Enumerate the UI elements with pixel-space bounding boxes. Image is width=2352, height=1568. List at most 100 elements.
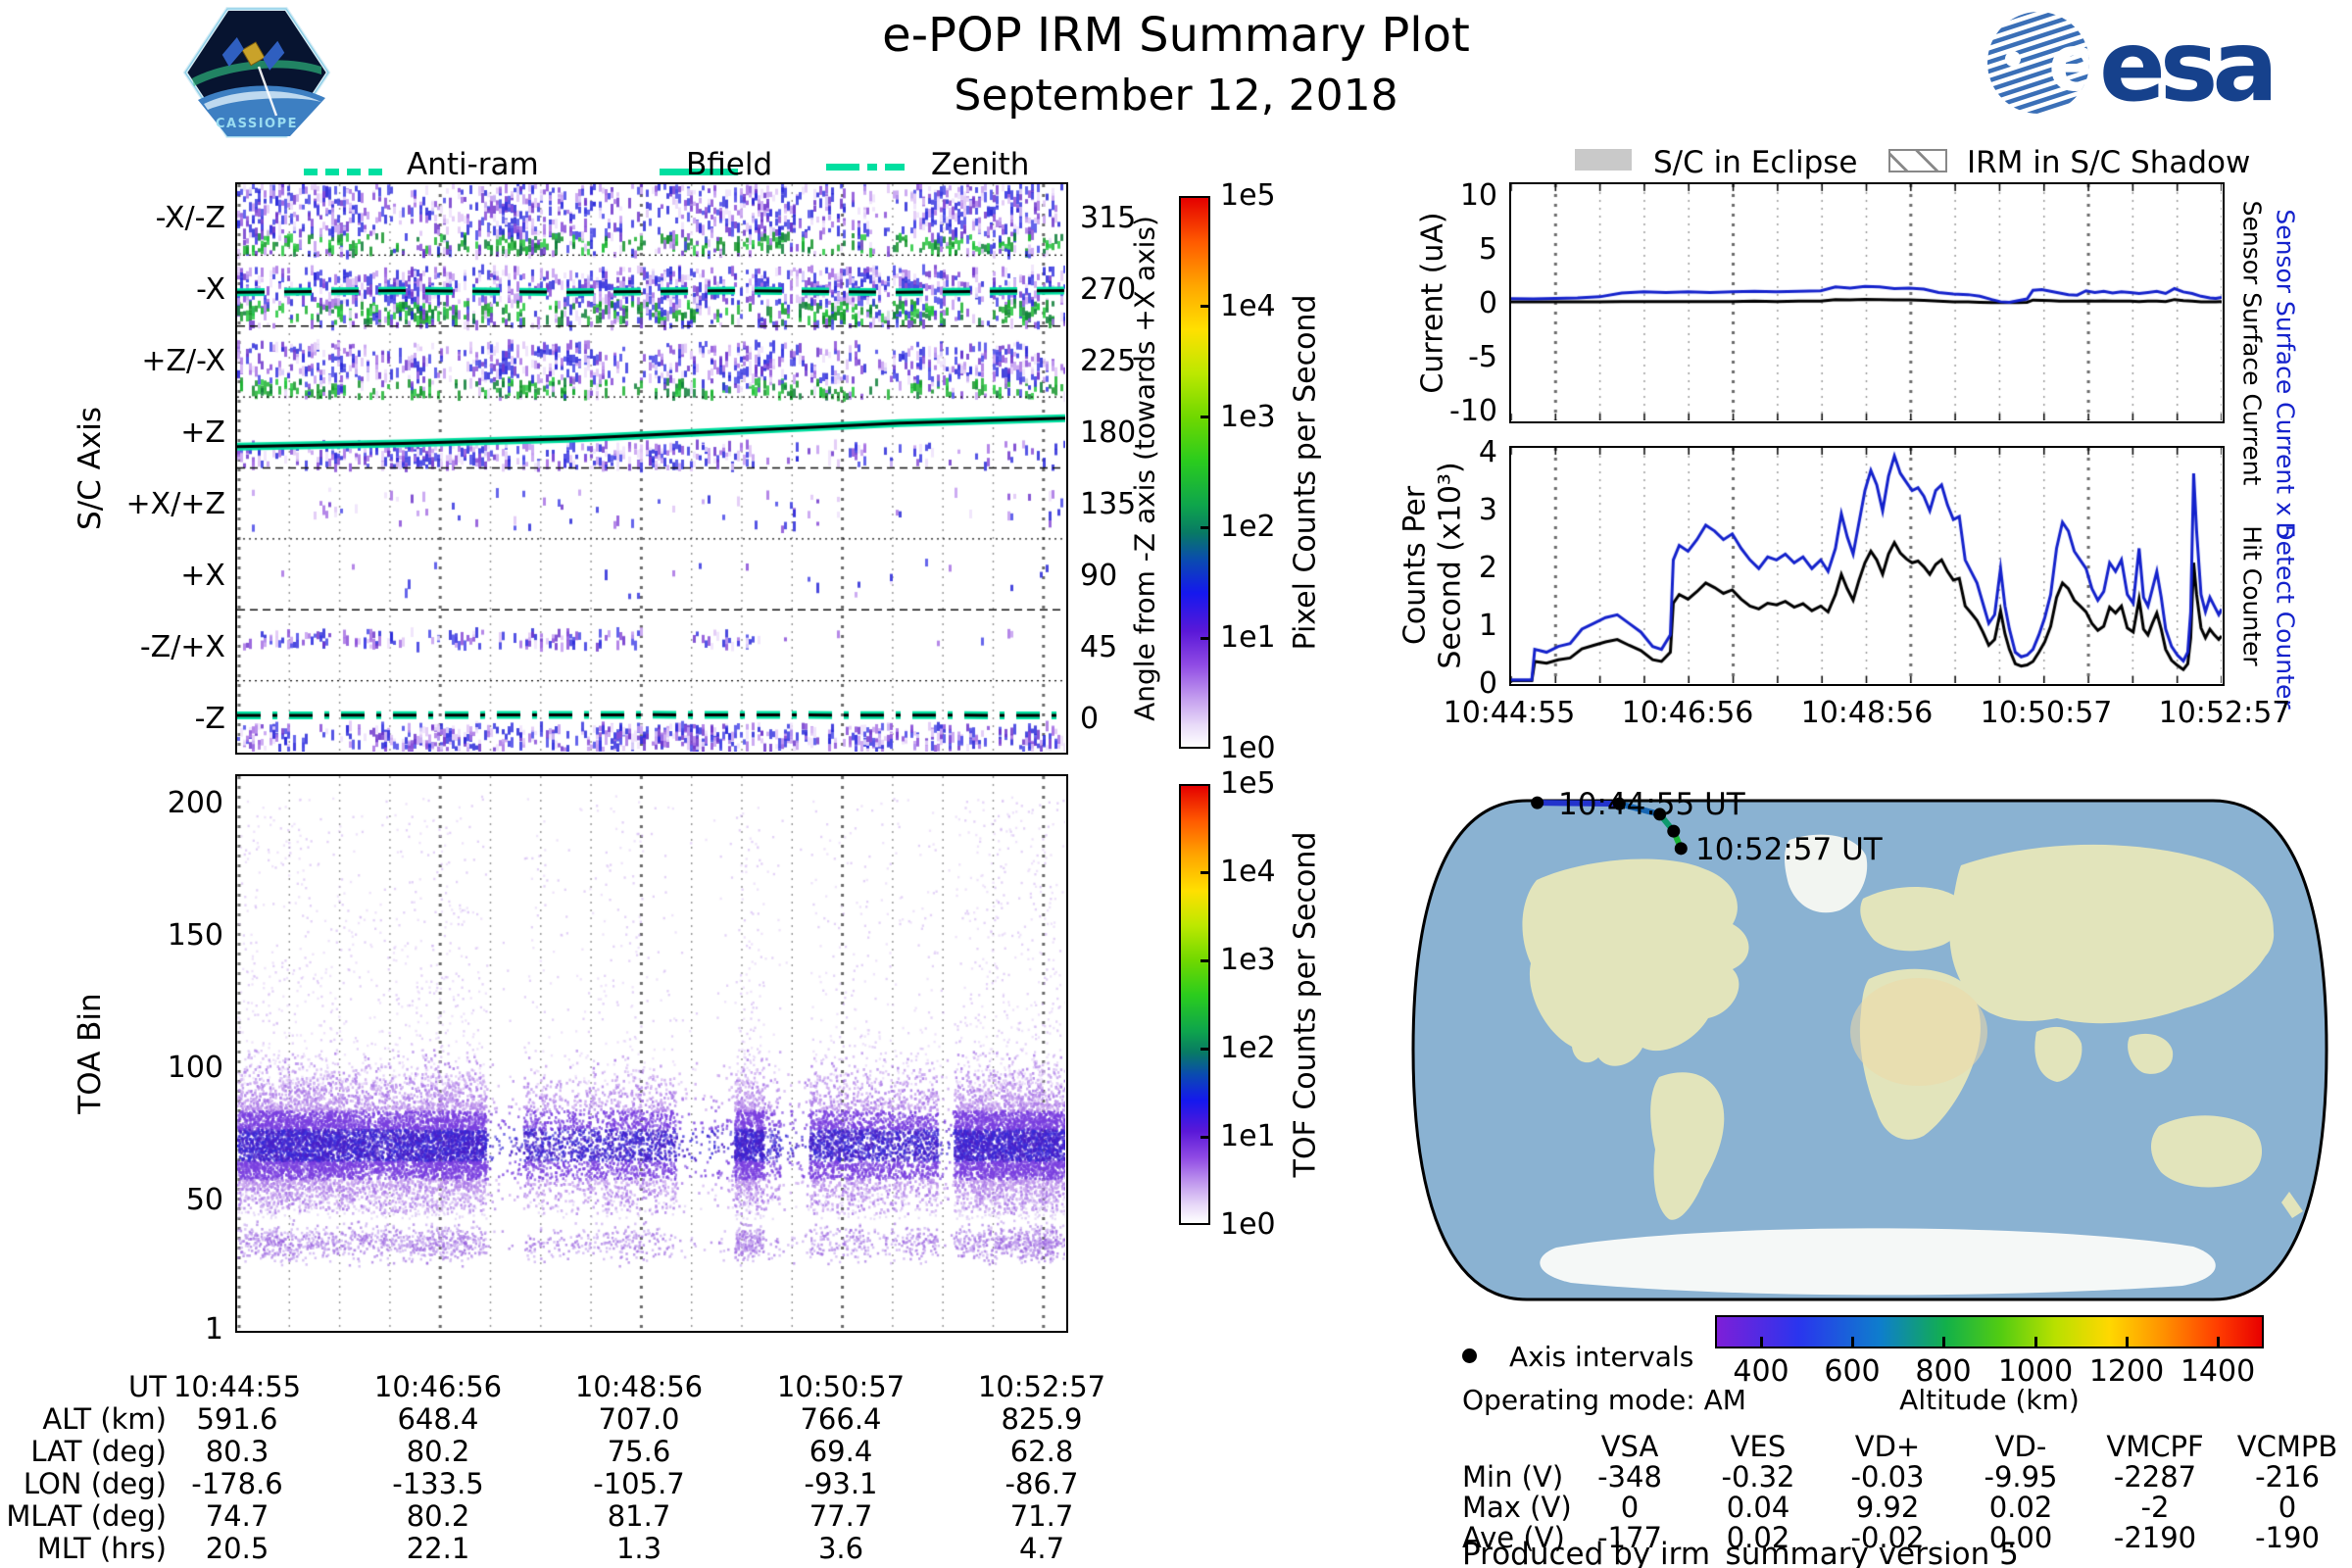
tick-label: 1: [1478, 609, 1497, 643]
page-subtitle: September 12, 2018: [954, 71, 1398, 121]
tick-label: 0.04: [1726, 1491, 1790, 1524]
tick-label: 10:50:57: [1980, 696, 2113, 730]
tick-label: VES: [1730, 1430, 1787, 1463]
tick-label: 10:46:56: [373, 1370, 503, 1403]
tick-label: -105.7: [593, 1467, 685, 1500]
tick-label: -190: [2255, 1521, 2320, 1554]
tick-label: VCMPB: [2236, 1430, 2338, 1463]
tick-label: [1200, 416, 1210, 419]
page-title: e-POP IRM Summary Plot: [882, 8, 1470, 63]
tick-label: -Z/+X: [139, 629, 225, 664]
cassiope-mission-patch: CASSIOPE: [182, 7, 331, 138]
tick-label: VMCPF: [2106, 1430, 2204, 1463]
tick-label: +Z: [180, 415, 225, 450]
tick-label: 1: [204, 1312, 223, 1347]
current-ylabel: Current (uA): [1415, 212, 1450, 394]
tick-label: +Z/-X: [141, 343, 225, 378]
tick-label: 10:52:57: [2158, 696, 2291, 730]
tick-label: -133.5: [392, 1467, 484, 1500]
axis-interval-dot-icon: [1462, 1348, 1477, 1363]
tick-label: 80.3: [205, 1435, 270, 1468]
tick-label: 1e2: [1220, 1031, 1276, 1065]
tick-label: 3: [1478, 493, 1497, 527]
counts-panel: [1509, 446, 2225, 686]
tick-label: 69.4: [808, 1435, 873, 1468]
current-chart-canvas: [1511, 184, 2222, 420]
tick-label: -9.95: [1984, 1460, 2058, 1494]
tick-label: 1e1: [1220, 1119, 1276, 1153]
tick-label: 10: [1459, 178, 1497, 213]
counts-ylabel-line2: Second (x10³): [1433, 462, 1468, 669]
tick-label: 10:44:55: [172, 1370, 302, 1403]
tick-label: 100: [167, 1051, 223, 1085]
sc-axis-spectrogram-panel: [235, 182, 1068, 755]
tick-label: 80.2: [406, 1435, 470, 1468]
axis-interval-dot: [1667, 824, 1681, 838]
counts-ylabel-line1: Counts Per: [1397, 485, 1433, 646]
tick-label: 0: [1620, 1491, 1640, 1524]
tick-label: 10:50:57: [776, 1370, 906, 1403]
axis-interval-dot: [1674, 842, 1688, 856]
tick-label: 1e5: [1220, 766, 1276, 801]
counts-chart-canvas: [1511, 448, 2222, 683]
tick-label: [1941, 1337, 1945, 1348]
tick-label: 1e3: [1220, 943, 1276, 977]
hit-counter-label: Hit Counter: [2237, 525, 2267, 666]
tick-label: -X: [196, 271, 225, 307]
tick-label: 2: [1478, 551, 1497, 585]
sensor-current-x5-label: Sensor Surface Current x 5: [2271, 209, 2300, 540]
tick-label: -0.03: [1850, 1460, 1925, 1494]
sc-axis-ylabel: S/C Axis: [73, 407, 108, 530]
tick-label: -216: [2255, 1460, 2320, 1494]
tick-label: -0.02: [1850, 1521, 1925, 1554]
tick-label: 800: [1915, 1354, 1972, 1389]
tick-label: VD+: [1854, 1430, 1921, 1463]
zenith-legend-label: Zenith: [931, 147, 1030, 182]
antiram-line-sample: [304, 169, 382, 175]
tick-label: 0: [2278, 1491, 2297, 1524]
tick-label: -93.1: [804, 1467, 878, 1500]
tick-label: 1e4: [1220, 288, 1276, 323]
tick-label: 0.02: [1988, 1491, 2053, 1524]
toa-ylabel: TOA Bin: [73, 993, 108, 1114]
tick-label: MLAT (deg): [6, 1499, 167, 1533]
tick-label: [1759, 1337, 1763, 1348]
tick-label: 1.3: [615, 1532, 662, 1565]
tick-label: [1850, 1337, 1854, 1348]
tick-label: [2034, 1337, 2037, 1348]
tick-label: 1e0: [1220, 1207, 1276, 1242]
tick-label: 600: [1824, 1354, 1881, 1389]
tof-colorbar: [1179, 784, 1210, 1225]
tick-label: [1200, 1047, 1210, 1051]
tof-colorbar-label: TOF Counts per Second: [1288, 831, 1323, 1178]
tick-label: [2125, 1337, 2129, 1348]
track-start-label: 10:44:55 UT: [1558, 787, 1746, 822]
tick-label: 74.7: [205, 1499, 270, 1533]
tick-label: VSA: [1600, 1430, 1659, 1463]
tick-label: 22.1: [406, 1532, 470, 1565]
tick-label: 766.4: [800, 1402, 882, 1436]
eclipse-swatch-icon: [1575, 149, 1632, 171]
tick-label: MLT (hrs): [36, 1532, 167, 1565]
tick-label: 707.0: [598, 1402, 680, 1436]
tick-label: -2190: [2113, 1521, 2197, 1554]
tick-label: -2287: [2113, 1460, 2197, 1494]
tick-label: -X/-Z: [155, 200, 225, 235]
tick-label: VD-: [1994, 1430, 2047, 1463]
tick-label: 648.4: [397, 1402, 479, 1436]
tick-label: 225: [1080, 343, 1137, 378]
tick-label: 20.5: [205, 1532, 270, 1565]
tick-label: UT: [128, 1370, 167, 1403]
tick-label: [1200, 305, 1210, 309]
sc-axis-spectrogram-canvas: [237, 184, 1065, 752]
tick-label: 1e3: [1220, 399, 1276, 434]
tick-label: Max (V): [1462, 1491, 1572, 1524]
track-end-label: 10:52:57 UT: [1695, 832, 1884, 867]
tick-label: 50: [185, 1183, 223, 1217]
tick-label: [1200, 1135, 1210, 1139]
eclipse-legend: S/C in Eclipse IRM in S/C Shadow: [1470, 145, 2352, 180]
tick-label: 200: [167, 786, 223, 820]
tick-label: 0.00: [1988, 1521, 2053, 1554]
tick-label: 10:46:56: [1621, 696, 1754, 730]
esa-wordmark: esa: [2099, 9, 2273, 123]
